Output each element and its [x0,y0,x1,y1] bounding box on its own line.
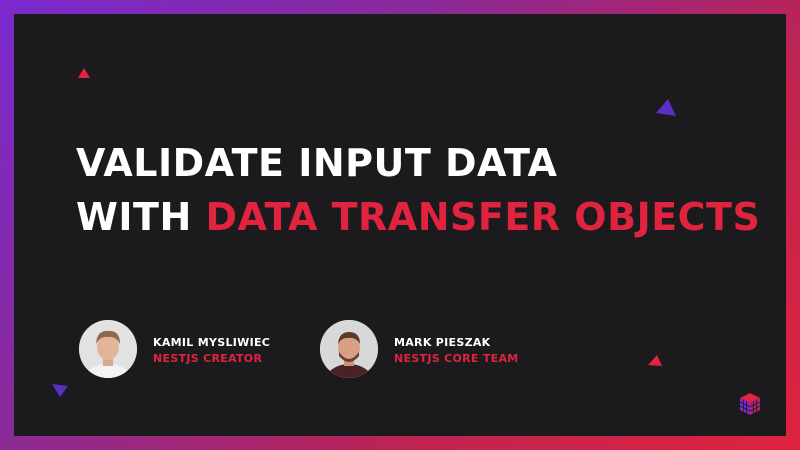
title-line-1: VALIDATE INPUT DATA [76,141,558,185]
title-line-2-prefix: WITH [76,195,206,239]
speaker-name: MARK PIESZAK [394,336,491,349]
title-line-2-accent: DATA TRANSFER OBJECTS [205,195,761,239]
speaker-avatar [320,320,378,378]
speaker-card: KAMIL MYSLIWIEC NESTJS CREATOR [79,320,299,378]
speaker-role: NESTJS CREATOR [153,352,263,365]
speaker-role: NESTJS CORE TEAM [394,352,519,365]
cube-logo-icon [739,393,761,415]
red-triangle-icon [648,355,662,366]
purple-triangle-icon [52,384,68,397]
purple-triangle-icon [656,99,676,116]
slide-title: VALIDATE INPUT DATA WITH DATA TRANSFER O… [76,136,776,244]
speaker-name: KAMIL MYSLIWIEC [153,336,271,349]
speaker-avatar [79,320,137,378]
title-line-2: WITH DATA TRANSFER OBJECTS [76,190,776,244]
red-triangle-icon [78,68,90,78]
speaker-card: MARK PIESZAK NESTJS CORE TEAM [320,320,540,378]
